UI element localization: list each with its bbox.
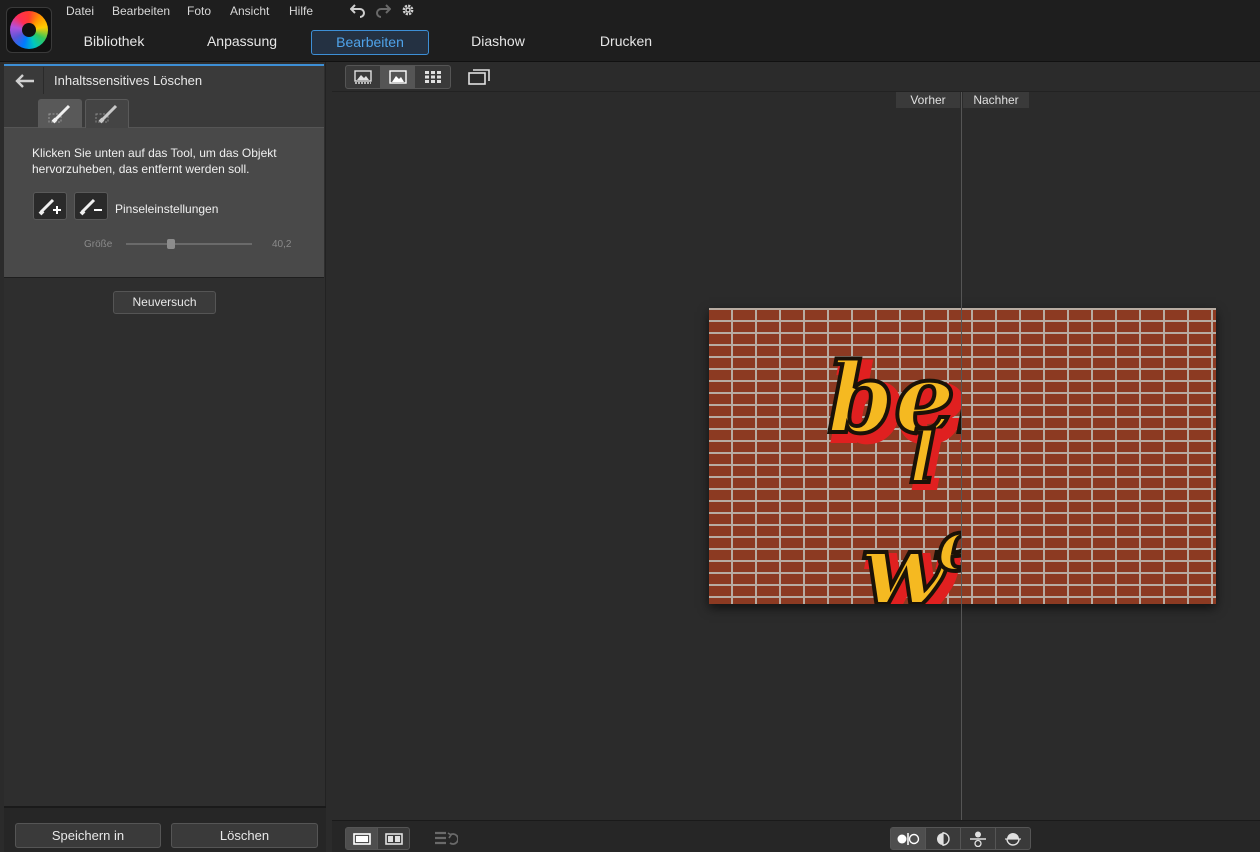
compare-vertical-split-button[interactable] (891, 828, 926, 849)
menu-foto[interactable]: Foto (187, 4, 211, 18)
panel-title: Inhaltssensitives Löschen (54, 73, 203, 88)
single-view-button[interactable] (346, 66, 381, 88)
compare-mode-group (890, 827, 1031, 850)
tool-settings: Klicken Sie unten auf das Tool, um das O… (4, 128, 324, 278)
menu-bearbeiten[interactable]: Bearbeiten (112, 4, 170, 18)
brush-remove-button[interactable] (74, 192, 108, 220)
size-label: Größe (84, 239, 113, 250)
undo-icon[interactable] (348, 2, 368, 22)
size-slider-handle[interactable] (167, 239, 176, 249)
grid-icon (424, 71, 441, 83)
menu-hilfe[interactable]: Hilfe (289, 4, 313, 18)
mode-tab-bar: Bibliothek Anpassung Bearbeiten Diashow … (0, 24, 1260, 62)
size-slider-track[interactable] (126, 243, 252, 245)
split-horizontal-icon (970, 831, 986, 847)
brush-settings-label: Pinseleinstellungen (115, 202, 219, 216)
tab-eraser-tool[interactable] (85, 99, 129, 128)
brush-icon (48, 104, 71, 124)
bottom-toolbar (332, 820, 1260, 852)
split-frame-icon (384, 832, 403, 845)
instruction-text: Klicken Sie unten auf das Tool, um das O… (32, 146, 277, 176)
brush-minus-icon (79, 198, 102, 216)
brush-plus-icon (38, 198, 61, 216)
grid-view-button[interactable] (415, 66, 450, 88)
side-by-side-button[interactable] (378, 828, 409, 849)
menu-bar: Datei Bearbeiten Foto Ansicht Hilfe (0, 0, 1260, 24)
save-in-button[interactable]: Speichern in (15, 823, 161, 848)
before-label: Vorher (896, 92, 960, 108)
tab-bibliothek[interactable]: Bibliothek (64, 30, 164, 55)
compare-half-split-button[interactable] (926, 828, 961, 849)
size-value: 40,2 (272, 239, 292, 250)
photo-icon (388, 70, 407, 84)
compare-half-horizontal-button[interactable] (996, 828, 1030, 849)
single-frame-icon (352, 832, 371, 845)
photo-image[interactable]: bek bek l l w w e (709, 308, 1216, 604)
settings-gear-icon[interactable] (398, 2, 418, 22)
tab-anpassung[interactable]: Anpassung (192, 30, 292, 55)
split-vertical-icon (897, 832, 920, 845)
svg-text:e: e (937, 504, 962, 587)
redo-icon[interactable] (373, 2, 393, 22)
view-mode-group (345, 65, 451, 89)
tool-tabs (4, 94, 324, 128)
app-logo (6, 7, 52, 53)
tab-drucken[interactable]: Drucken (576, 30, 676, 55)
compare-horizontal-split-button[interactable] (961, 828, 996, 849)
delete-button[interactable]: Löschen (171, 823, 318, 848)
tab-bearbeiten[interactable]: Bearbeiten (311, 30, 429, 55)
fullscreen-icon[interactable] (466, 67, 492, 87)
tab-brush-tool[interactable] (38, 99, 82, 128)
view-toolbar (332, 62, 1260, 92)
svg-text:bek: bek (827, 342, 962, 455)
compare-divider[interactable] (961, 92, 962, 820)
split-half-horizontal-icon (1005, 832, 1021, 846)
layout-group (345, 827, 410, 850)
panel-header: Inhaltssensitives Löschen (4, 64, 324, 94)
tab-diashow[interactable]: Diashow (448, 30, 548, 55)
split-half-icon (937, 831, 950, 846)
panel-footer: Speichern in Löschen (4, 806, 326, 852)
history-icon[interactable] (434, 830, 459, 849)
single-image-button[interactable] (346, 828, 378, 849)
arrow-left-icon (14, 73, 34, 88)
after-label: Nachher (963, 92, 1029, 108)
menu-datei[interactable]: Datei (66, 4, 94, 18)
menu-ansicht[interactable]: Ansicht (230, 4, 269, 18)
svg-text:l: l (909, 416, 936, 499)
back-button[interactable] (6, 67, 44, 94)
eraser-brush-icon (95, 104, 118, 124)
brush-add-button[interactable] (33, 192, 67, 220)
retry-button[interactable]: Neuversuch (113, 291, 216, 314)
tool-panel: Inhaltssensitives Löschen Klicken Sie un… (4, 62, 326, 852)
edit-view-button[interactable] (380, 66, 416, 88)
photo-filmstrip-icon (354, 70, 372, 84)
photo-canvas[interactable]: Vorher Nachher bek bek l l w w e (332, 92, 1260, 820)
graffiti-artwork: bek bek l l w w e (825, 340, 962, 604)
